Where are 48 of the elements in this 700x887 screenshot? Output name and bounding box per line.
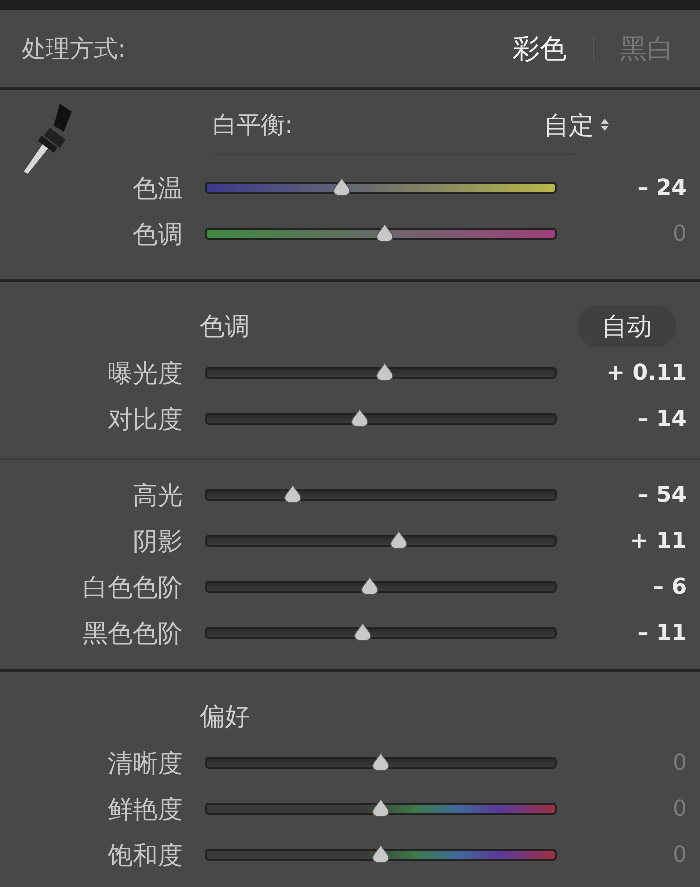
slider-track[interactable] [205,489,557,501]
slider-label: 黑色色阶 [82,618,183,650]
slider-track[interactable] [205,182,557,194]
slider-label: 阴影 [132,526,183,558]
section-title: 色调 [200,310,250,342]
slider-track[interactable] [205,849,557,861]
slider-value: – 54 [636,482,687,508]
slider-thumb[interactable] [390,530,408,550]
slider-thumb[interactable] [333,177,352,197]
slider-value: – 11 [636,620,687,646]
balance-mode-label: 白平衡: [213,110,294,141]
slider-label: 色温 [132,172,183,204]
up-down-icon [600,117,610,133]
slider-track[interactable] [205,535,557,547]
slider-track[interactable] [205,228,557,240]
slider-label: 对比度 [107,404,183,436]
slider-value: – 24 [636,176,687,200]
balance-mode-dropdown[interactable]: 自定 [544,108,610,142]
slider-label: 饱和度 [107,840,183,872]
slider-value: – 14 [636,406,687,432]
slider-label: 色调 [132,218,183,250]
section-title: 偏好 [200,700,250,732]
slider-thumb[interactable] [372,798,390,818]
slider-track[interactable] [205,413,557,425]
slider-thumb[interactable] [376,223,394,243]
slider-track[interactable] [205,757,557,769]
slider-thumb[interactable] [284,484,302,504]
slider-label: 高光 [132,480,183,512]
slider-label: 白色色阶 [82,572,183,604]
slider-thumb[interactable] [372,844,390,864]
slider-thumb[interactable] [376,362,394,382]
slider-label: 鲜艳度 [107,794,183,826]
slider-track[interactable] [205,581,557,593]
slider-thumb[interactable] [372,752,390,772]
slider-track[interactable] [205,803,557,815]
slider-track[interactable] [205,627,557,639]
slider-track[interactable] [205,367,557,379]
slider-label: 曝光度 [107,358,183,390]
slider-value: – 6 [652,574,687,600]
slider-value: + 11 [629,528,687,554]
slider-value: + 0.11 [606,360,687,386]
treatment-option[interactable]: 彩色 [513,30,567,66]
auto-button[interactable]: 自动 [578,306,676,346]
slider-thumb[interactable] [361,576,380,596]
slider-thumb[interactable] [354,622,372,642]
slider-label: 清晰度 [107,748,183,780]
slider-thumb[interactable] [350,408,369,428]
treatment-label: 处理方式: [22,34,126,64]
